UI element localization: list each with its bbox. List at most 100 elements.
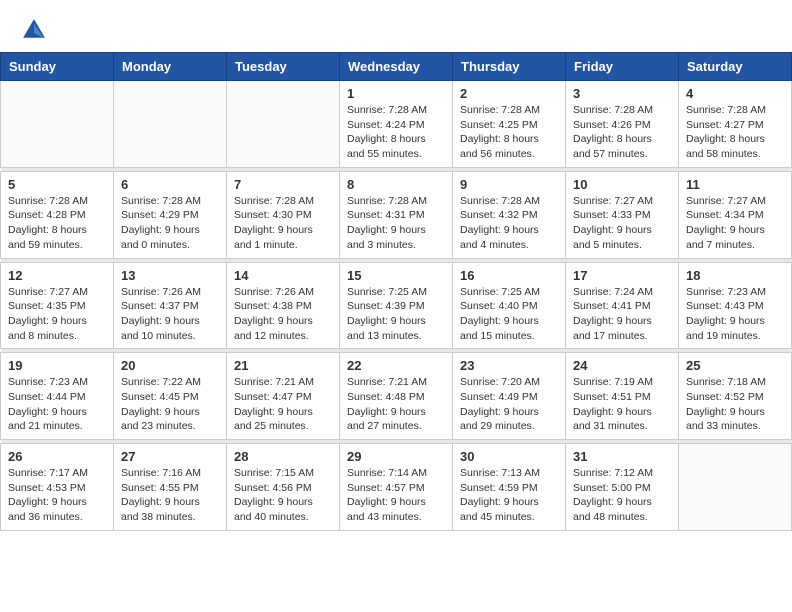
day-info: Sunrise: 7:28 AM Sunset: 4:24 PM Dayligh… <box>347 103 445 162</box>
day-number: 10 <box>573 177 671 192</box>
calendar-cell: 10 Sunrise: 7:27 AM Sunset: 4:33 PM Dayli… <box>566 171 679 258</box>
day-number: 6 <box>121 177 219 192</box>
day-info: Sunrise: 7:28 AM Sunset: 4:32 PM Dayligh… <box>460 194 558 253</box>
day-info: Sunrise: 7:20 AM Sunset: 4:49 PM Dayligh… <box>460 375 558 434</box>
day-info: Sunrise: 7:28 AM Sunset: 4:25 PM Dayligh… <box>460 103 558 162</box>
day-info: Sunrise: 7:16 AM Sunset: 4:55 PM Dayligh… <box>121 466 219 525</box>
day-number: 25 <box>686 358 784 373</box>
day-info: Sunrise: 7:27 AM Sunset: 4:35 PM Dayligh… <box>8 285 106 344</box>
day-info: Sunrise: 7:28 AM Sunset: 4:31 PM Dayligh… <box>347 194 445 253</box>
calendar-cell: 31Sunrise: 7:12 AM Sunset: 5:00 PM Dayli… <box>566 444 679 531</box>
day-number: 24 <box>573 358 671 373</box>
day-number: 23 <box>460 358 558 373</box>
day-number: 7 <box>234 177 332 192</box>
day-number: 28 <box>234 449 332 464</box>
day-info: Sunrise: 7:25 AM Sunset: 4:40 PM Dayligh… <box>460 285 558 344</box>
day-of-week-thursday: Thursday <box>453 53 566 81</box>
calendar-cell <box>679 444 792 531</box>
day-number: 13 <box>121 268 219 283</box>
logo-icon <box>20 16 48 44</box>
calendar-cell: 9Sunrise: 7:28 AM Sunset: 4:32 PM Daylig… <box>453 171 566 258</box>
calendar-cell: 2 Sunrise: 7:28 AM Sunset: 4:25 PM Daylig… <box>453 81 566 168</box>
calendar-cell: 12 Sunrise: 7:27 AM Sunset: 4:35 PM Dayli… <box>1 262 114 349</box>
day-number: 5 <box>8 177 106 192</box>
day-info: Sunrise: 7:15 AM Sunset: 4:56 PM Dayligh… <box>234 466 332 525</box>
day-info: Sunrise: 7:26 AM Sunset: 4:37 PM Dayligh… <box>121 285 219 344</box>
calendar-cell: 15 Sunrise: 7:25 AM Sunset: 4:39 PM Dayli… <box>340 262 453 349</box>
calendar-cell: 11 Sunrise: 7:27 AM Sunset: 4:34 PM Dayli… <box>679 171 792 258</box>
calendar-cell: 4Sunrise: 7:28 AM Sunset: 4:27 PM Daylig… <box>679 81 792 168</box>
day-info: Sunrise: 7:12 AM Sunset: 5:00 PM Dayligh… <box>573 466 671 525</box>
day-info: Sunrise: 7:23 AM Sunset: 4:44 PM Dayligh… <box>8 375 106 434</box>
day-info: Sunrise: 7:27 AM Sunset: 4:34 PM Dayligh… <box>686 194 784 253</box>
day-number: 29 <box>347 449 445 464</box>
calendar-cell: 16 Sunrise: 7:25 AM Sunset: 4:40 PM Dayli… <box>453 262 566 349</box>
day-of-week-tuesday: Tuesday <box>227 53 340 81</box>
day-number: 18 <box>686 268 784 283</box>
calendar-cell <box>227 81 340 168</box>
logo <box>20 16 52 44</box>
day-number: 20 <box>121 358 219 373</box>
day-info: Sunrise: 7:18 AM Sunset: 4:52 PM Dayligh… <box>686 375 784 434</box>
day-of-week-sunday: Sunday <box>1 53 114 81</box>
calendar-cell: 13 Sunrise: 7:26 AM Sunset: 4:37 PM Dayli… <box>114 262 227 349</box>
day-number: 21 <box>234 358 332 373</box>
day-number: 4 <box>686 86 784 101</box>
calendar-cell: 5 Sunrise: 7:28 AM Sunset: 4:28 PM Daylig… <box>1 171 114 258</box>
day-number: 22 <box>347 358 445 373</box>
calendar-cell: 17 Sunrise: 7:24 AM Sunset: 4:41 PM Dayli… <box>566 262 679 349</box>
day-info: Sunrise: 7:17 AM Sunset: 4:53 PM Dayligh… <box>8 466 106 525</box>
day-info: Sunrise: 7:27 AM Sunset: 4:33 PM Dayligh… <box>573 194 671 253</box>
calendar-week-3: 12 Sunrise: 7:27 AM Sunset: 4:35 PM Dayli… <box>1 262 792 349</box>
calendar-cell: 1 Sunrise: 7:28 AM Sunset: 4:24 PM Daylig… <box>340 81 453 168</box>
calendar-cell: 22Sunrise: 7:21 AM Sunset: 4:48 PM Dayli… <box>340 353 453 440</box>
day-info: Sunrise: 7:28 AM Sunset: 4:30 PM Dayligh… <box>234 194 332 253</box>
day-info: Sunrise: 7:28 AM Sunset: 4:26 PM Dayligh… <box>573 103 671 162</box>
day-number: 17 <box>573 268 671 283</box>
calendar-cell: 27 Sunrise: 7:16 AM Sunset: 4:55 PM Dayli… <box>114 444 227 531</box>
calendar-week-5: 26Sunrise: 7:17 AM Sunset: 4:53 PM Dayli… <box>1 444 792 531</box>
day-info: Sunrise: 7:19 AM Sunset: 4:51 PM Dayligh… <box>573 375 671 434</box>
day-of-week-header: SundayMondayTuesdayWednesdayThursdayFrid… <box>1 53 792 81</box>
calendar-cell: 6 Sunrise: 7:28 AM Sunset: 4:29 PM Daylig… <box>114 171 227 258</box>
calendar-cell: 3 Sunrise: 7:28 AM Sunset: 4:26 PM Daylig… <box>566 81 679 168</box>
day-info: Sunrise: 7:24 AM Sunset: 4:41 PM Dayligh… <box>573 285 671 344</box>
calendar-cell: 19 Sunrise: 7:23 AM Sunset: 4:44 PM Dayli… <box>1 353 114 440</box>
day-of-week-wednesday: Wednesday <box>340 53 453 81</box>
day-info: Sunrise: 7:28 AM Sunset: 4:28 PM Dayligh… <box>8 194 106 253</box>
day-info: Sunrise: 7:13 AM Sunset: 4:59 PM Dayligh… <box>460 466 558 525</box>
calendar-cell: 20 Sunrise: 7:22 AM Sunset: 4:45 PM Dayli… <box>114 353 227 440</box>
calendar-cell: 30Sunrise: 7:13 AM Sunset: 4:59 PM Dayli… <box>453 444 566 531</box>
day-info: Sunrise: 7:23 AM Sunset: 4:43 PM Dayligh… <box>686 285 784 344</box>
day-number: 19 <box>8 358 106 373</box>
day-info: Sunrise: 7:22 AM Sunset: 4:45 PM Dayligh… <box>121 375 219 434</box>
calendar-week-1: 1 Sunrise: 7:28 AM Sunset: 4:24 PM Daylig… <box>1 81 792 168</box>
calendar-cell: 21 Sunrise: 7:21 AM Sunset: 4:47 PM Dayli… <box>227 353 340 440</box>
calendar-cell <box>114 81 227 168</box>
calendar-cell: 28 Sunrise: 7:15 AM Sunset: 4:56 PM Dayli… <box>227 444 340 531</box>
day-info: Sunrise: 7:28 AM Sunset: 4:29 PM Dayligh… <box>121 194 219 253</box>
day-number: 15 <box>347 268 445 283</box>
calendar-week-2: 5 Sunrise: 7:28 AM Sunset: 4:28 PM Daylig… <box>1 171 792 258</box>
day-of-week-monday: Monday <box>114 53 227 81</box>
calendar-cell: 23 Sunrise: 7:20 AM Sunset: 4:49 PM Dayli… <box>453 353 566 440</box>
day-number: 2 <box>460 86 558 101</box>
day-number: 3 <box>573 86 671 101</box>
day-of-week-saturday: Saturday <box>679 53 792 81</box>
day-info: Sunrise: 7:25 AM Sunset: 4:39 PM Dayligh… <box>347 285 445 344</box>
day-number: 11 <box>686 177 784 192</box>
day-info: Sunrise: 7:14 AM Sunset: 4:57 PM Dayligh… <box>347 466 445 525</box>
day-info: Sunrise: 7:26 AM Sunset: 4:38 PM Dayligh… <box>234 285 332 344</box>
calendar-cell <box>1 81 114 168</box>
day-number: 27 <box>121 449 219 464</box>
calendar-body: 1 Sunrise: 7:28 AM Sunset: 4:24 PM Daylig… <box>1 81 792 531</box>
calendar-cell: 7 Sunrise: 7:28 AM Sunset: 4:30 PM Daylig… <box>227 171 340 258</box>
calendar-cell: 26Sunrise: 7:17 AM Sunset: 4:53 PM Dayli… <box>1 444 114 531</box>
day-number: 16 <box>460 268 558 283</box>
day-of-week-friday: Friday <box>566 53 679 81</box>
day-number: 1 <box>347 86 445 101</box>
calendar-week-4: 19 Sunrise: 7:23 AM Sunset: 4:44 PM Dayli… <box>1 353 792 440</box>
day-info: Sunrise: 7:21 AM Sunset: 4:47 PM Dayligh… <box>234 375 332 434</box>
calendar-cell: 24 Sunrise: 7:19 AM Sunset: 4:51 PM Dayli… <box>566 353 679 440</box>
day-number: 12 <box>8 268 106 283</box>
